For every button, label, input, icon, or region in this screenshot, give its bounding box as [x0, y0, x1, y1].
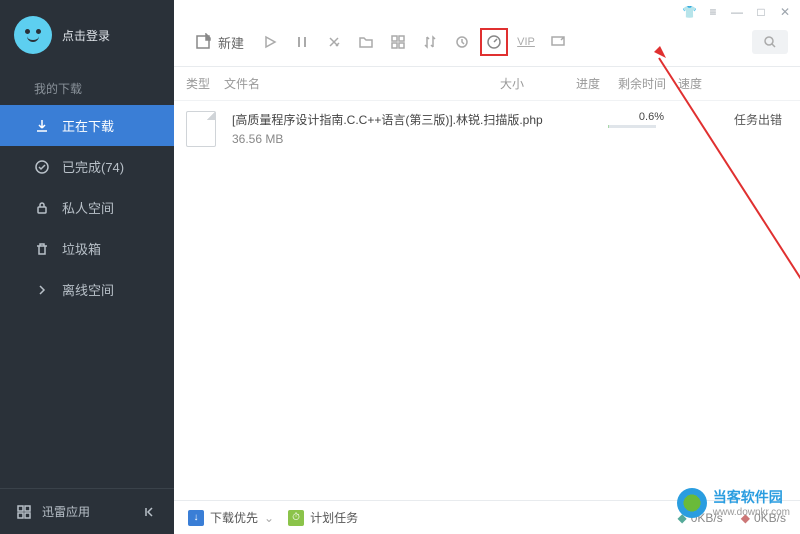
header-speed[interactable]: 速度	[678, 75, 728, 92]
user-area[interactable]: 点击登录	[0, 0, 174, 70]
main-content: 👕 ≡ — □ ✕ 新建 VIP 类型 文件名 大小 进度 剩余时间 速度	[174, 0, 800, 534]
close-icon[interactable]: ✕	[778, 5, 792, 19]
sidebar: 点击登录 我的下载 正在下载 已完成(74) 私人空间 垃圾箱 离线空间	[0, 0, 174, 534]
trash-icon	[34, 241, 50, 257]
header-progress[interactable]: 进度	[558, 75, 618, 92]
priority-badge-icon: ↓	[188, 510, 204, 526]
vip-button[interactable]: VIP	[512, 28, 540, 56]
task-list: [高质量程序设计指南.C.C++语言(第三版)].林锐.扫描版.php 36.5…	[174, 101, 800, 500]
avatar	[14, 16, 52, 54]
sidebar-item-label: 垃圾箱	[62, 239, 101, 258]
sidebar-item-label: 离线空间	[62, 280, 114, 299]
sort-button[interactable]	[416, 28, 444, 56]
sidebar-item-private[interactable]: 私人空间	[0, 187, 174, 228]
header-remain[interactable]: 剩余时间	[618, 75, 678, 92]
lock-icon	[34, 200, 50, 216]
download-icon	[34, 118, 50, 134]
pause-button[interactable]	[288, 28, 316, 56]
header-type[interactable]: 类型	[186, 75, 224, 92]
column-headers: 类型 文件名 大小 进度 剩余时间 速度	[174, 67, 800, 101]
task-filename: [高质量程序设计指南.C.C++语言(第三版)].林锐.扫描版.php 36.5…	[224, 111, 608, 146]
sidebar-item-label: 已完成(74)	[62, 157, 124, 176]
grid-view-button[interactable]	[384, 28, 412, 56]
schedule-tasks[interactable]: ⏱ 计划任务	[288, 509, 358, 526]
sidebar-item-label: 私人空间	[62, 198, 114, 217]
task-status: 任务出错	[728, 111, 788, 128]
menu-icon[interactable]: ≡	[706, 5, 720, 19]
sidebar-item-label: 正在下载	[62, 116, 114, 135]
toolbar: 新建 VIP	[174, 24, 800, 67]
refresh-button[interactable]	[448, 28, 476, 56]
section-my-downloads: 我的下载	[0, 70, 174, 105]
minimize-icon[interactable]: —	[730, 5, 744, 19]
skin-icon[interactable]: 👕	[682, 5, 696, 19]
delete-button[interactable]	[320, 28, 348, 56]
check-icon	[34, 159, 50, 175]
chevron-right-icon	[34, 282, 50, 298]
collapse-icon[interactable]	[142, 504, 158, 520]
titlebar: 👕 ≡ — □ ✕	[174, 0, 800, 24]
folder-button[interactable]	[352, 28, 380, 56]
sidebar-item-trash[interactable]: 垃圾箱	[0, 228, 174, 269]
sidebar-item-downloading[interactable]: 正在下载	[0, 105, 174, 146]
chevron-down-icon: ⌄	[264, 511, 274, 525]
remote-button[interactable]	[544, 28, 572, 56]
new-task-button[interactable]: 新建	[186, 33, 252, 52]
search-button[interactable]	[752, 30, 788, 54]
speed-gauge-button[interactable]	[480, 28, 508, 56]
schedule-badge-icon: ⏱	[288, 510, 304, 526]
sidebar-bottom: 迅雷应用	[0, 488, 174, 534]
task-row[interactable]: [高质量程序设计指南.C.C++语言(第三版)].林锐.扫描版.php 36.5…	[174, 101, 800, 157]
watermark: 当客软件园 www.downkr.com	[677, 487, 790, 518]
header-name[interactable]: 文件名	[224, 75, 500, 92]
login-prompt: 点击登录	[62, 27, 110, 44]
header-size[interactable]: 大小	[500, 75, 558, 92]
sidebar-item-completed[interactable]: 已完成(74)	[0, 146, 174, 187]
play-button[interactable]	[256, 28, 284, 56]
download-priority[interactable]: ↓ 下载优先 ⌄	[188, 509, 274, 526]
file-icon	[186, 111, 216, 147]
watermark-logo-icon	[677, 488, 707, 518]
task-progress: 0.6%	[608, 111, 668, 130]
apps-icon[interactable]	[16, 504, 32, 520]
search-icon	[763, 35, 777, 49]
apps-label[interactable]: 迅雷应用	[42, 503, 90, 520]
sidebar-item-offline[interactable]: 离线空间	[0, 269, 174, 310]
maximize-icon[interactable]: □	[754, 5, 768, 19]
